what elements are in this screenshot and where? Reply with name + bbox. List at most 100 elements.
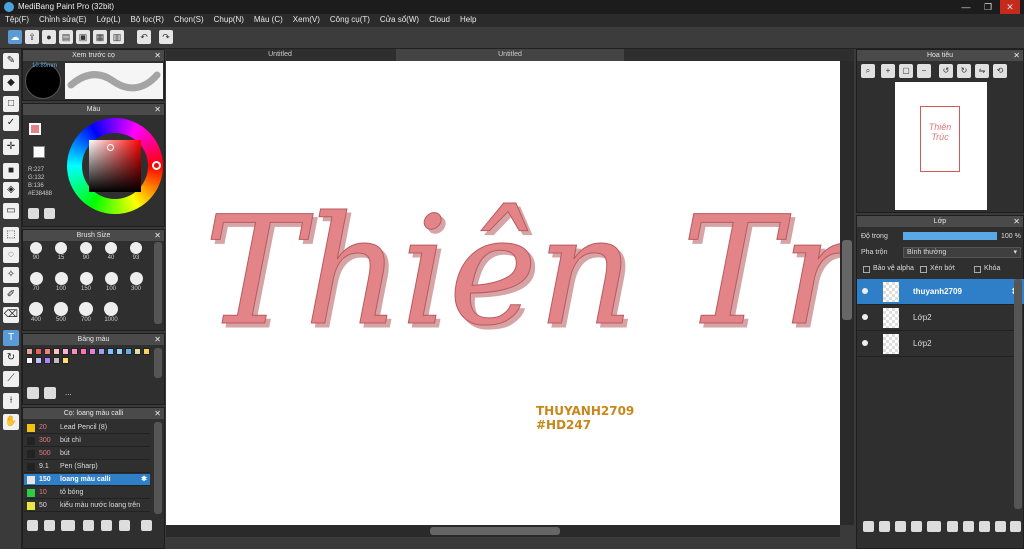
palette-swatch[interactable] — [35, 348, 42, 355]
palette-swatches[interactable] — [26, 348, 154, 370]
new-1bit-layer-icon[interactable] — [911, 521, 922, 532]
new-layer-icon[interactable] — [863, 521, 874, 532]
duplicate-icon[interactable] — [119, 520, 130, 531]
new-8bit-layer-icon[interactable] — [895, 521, 906, 532]
palette-swatch[interactable] — [53, 357, 60, 364]
visibility-icon[interactable] — [862, 340, 868, 346]
scrollbar[interactable] — [154, 348, 162, 378]
eyedropper-icon[interactable]: ⟊ — [3, 393, 19, 409]
layer-menu-icon[interactable] — [927, 521, 941, 532]
add-brush-icon[interactable] — [27, 520, 38, 531]
brush-item[interactable]: 10 tô bóng — [24, 487, 150, 499]
dropper-icon[interactable]: ⟋ — [3, 371, 19, 387]
size-option[interactable]: 70 — [26, 272, 46, 292]
close-icon[interactable]: ✕ — [1013, 50, 1020, 61]
menu-help[interactable]: Help — [455, 14, 481, 27]
close-icon[interactable]: ✕ — [154, 230, 161, 241]
brush-item[interactable]: 500 bút — [24, 448, 150, 460]
scrollbar[interactable] — [154, 422, 162, 514]
saturation-value-square[interactable] — [89, 140, 141, 192]
scrollbar[interactable] — [1014, 279, 1022, 509]
reset-icon[interactable]: ⟲ — [993, 64, 1007, 78]
close-icon[interactable]: ✕ — [154, 334, 161, 345]
zoom-in-icon[interactable]: + — [881, 64, 895, 78]
opacity-slider[interactable] — [903, 232, 997, 240]
size-option[interactable]: 93 — [126, 242, 146, 261]
size-option[interactable]: 90 — [76, 242, 96, 261]
size-option[interactable]: 700 — [76, 302, 96, 323]
lasso-icon[interactable]: ◌ — [3, 247, 19, 263]
blend-mode-select[interactable]: Bình thường ▾ — [903, 247, 1021, 258]
palette-swatch[interactable] — [26, 348, 33, 355]
add-color-icon[interactable] — [27, 387, 39, 399]
menu-edit[interactable]: Chỉnh sửa(E) — [34, 14, 92, 27]
menu-capture[interactable]: Chụp(N) — [209, 14, 249, 27]
navigator-thumbnail[interactable]: Thiên Trúc — [895, 82, 987, 210]
palette-swatch[interactable] — [71, 348, 78, 355]
menu-tools[interactable]: Công cụ(T) — [325, 14, 375, 27]
color-picker-marker[interactable] — [107, 144, 114, 151]
export-icon[interactable]: ⇪ — [25, 30, 39, 44]
menu-filter[interactable]: Bộ lọc(R) — [126, 14, 169, 27]
menu-cloud[interactable]: Cloud — [424, 14, 455, 27]
zoom-icon[interactable]: ⌕ — [861, 64, 875, 78]
select-eraser-icon[interactable]: ⌫ — [3, 307, 19, 323]
palette-swatch[interactable] — [80, 348, 87, 355]
select-icon[interactable]: ⬚ — [3, 227, 19, 243]
minimize-button[interactable]: — — [956, 0, 976, 14]
file-icon[interactable] — [83, 520, 94, 531]
foreground-color-swatch[interactable] — [29, 123, 41, 135]
layer-row[interactable]: Lớp2 — [857, 331, 1024, 357]
size-option[interactable]: 400 — [26, 302, 46, 323]
new-halftone-layer-icon[interactable] — [879, 521, 890, 532]
size-option[interactable]: 150 — [76, 272, 96, 292]
speech-icon[interactable]: ● — [42, 30, 56, 44]
brush-item[interactable]: 9.1 Pen (Sharp) — [24, 461, 150, 473]
background-color-swatch[interactable] — [33, 146, 45, 158]
palette-swatch[interactable] — [134, 348, 141, 355]
palette-icon[interactable] — [28, 208, 39, 219]
brush-item-selected[interactable]: 150 loang màu calli ✱ — [24, 474, 150, 486]
palette-swatch[interactable] — [107, 348, 114, 355]
close-button[interactable]: ✕ — [1000, 0, 1020, 14]
brush-item[interactable]: 50 kiểu màu nước loang trên — [24, 500, 150, 512]
rect-icon[interactable]: □ — [3, 96, 19, 112]
rotate-right-icon[interactable]: ↻ — [957, 64, 971, 78]
horizontal-scroll-thumb[interactable] — [430, 527, 560, 535]
rotate-left-icon[interactable]: ↺ — [939, 64, 953, 78]
lock-checkbox[interactable] — [974, 266, 981, 273]
cloud-icon[interactable]: ☁ — [8, 30, 22, 44]
redo-icon[interactable]: ↷ — [159, 30, 173, 44]
bucket-icon[interactable]: ◈ — [3, 182, 19, 198]
trash-icon[interactable] — [141, 520, 152, 531]
save-icon[interactable]: ▣ — [76, 30, 90, 44]
operation-icon[interactable]: ↻ — [3, 350, 19, 366]
size-option[interactable]: 90 — [26, 242, 46, 261]
move-icon[interactable]: ✛ — [3, 139, 19, 155]
size-option[interactable]: 100 — [101, 272, 121, 292]
size-option[interactable]: 300 — [126, 272, 146, 292]
menu-select[interactable]: Chọn(S) — [169, 14, 209, 27]
menu-window[interactable]: Cửa sổ(W) — [375, 14, 424, 27]
table-icon[interactable]: ▥ — [110, 30, 124, 44]
hand-icon[interactable]: ✋ — [3, 414, 19, 430]
zoom-out-icon[interactable]: − — [917, 64, 931, 78]
folder-icon[interactable] — [101, 520, 112, 531]
visibility-icon[interactable] — [862, 288, 868, 294]
close-icon[interactable]: ✕ — [154, 408, 161, 419]
eraser-icon[interactable]: ◆ — [3, 75, 19, 91]
doc-icon[interactable]: ▤ — [59, 30, 73, 44]
flip-icon[interactable]: ⇋ — [975, 64, 989, 78]
menu-layer[interactable]: Lớp(L) — [92, 14, 126, 27]
size-option[interactable]: 100 — [51, 272, 71, 292]
brush-item[interactable]: 300 bút chì — [24, 435, 150, 447]
gear-icon[interactable]: ✱ — [141, 474, 147, 486]
close-icon[interactable]: ✕ — [154, 50, 161, 61]
wand-icon[interactable]: ✧ — [3, 267, 19, 283]
delete-color-icon[interactable] — [44, 387, 56, 399]
undo-icon[interactable]: ↶ — [137, 30, 151, 44]
duplicate-icon[interactable] — [979, 521, 990, 532]
layer-row[interactable]: Lớp2 — [857, 305, 1024, 331]
scrollbar[interactable] — [154, 242, 162, 324]
palette-swatch[interactable] — [89, 348, 96, 355]
